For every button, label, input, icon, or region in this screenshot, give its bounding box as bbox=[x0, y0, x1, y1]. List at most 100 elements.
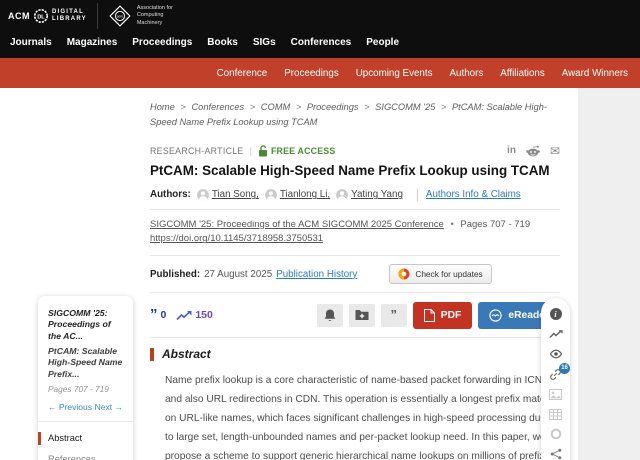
check-for-updates-label: Check for updates bbox=[415, 269, 482, 279]
breadcrumb-separator: > bbox=[180, 102, 185, 112]
breadcrumb-home[interactable]: Home bbox=[150, 102, 175, 112]
nav-people[interactable]: People bbox=[366, 37, 399, 48]
nav-proceedings[interactable]: Proceedings bbox=[132, 37, 192, 48]
sidebar-pager: ← Previous Next → bbox=[48, 402, 123, 412]
nav-journals[interactable]: Journals bbox=[10, 37, 52, 48]
published-label: Published: bbox=[150, 269, 200, 280]
acm-association-logo[interactable]: acm Association for Computing Machinery bbox=[108, 4, 185, 28]
breadcrumb-conferences[interactable]: Conferences bbox=[191, 102, 244, 112]
previous-label: Previous bbox=[59, 402, 92, 412]
authors-info-claims-link[interactable]: Authors Info & Claims bbox=[426, 189, 521, 200]
sidebar-pages: Pages 707 - 719 bbox=[48, 384, 123, 394]
author-name[interactable]: Tianlong Li, bbox=[280, 189, 330, 200]
previous-article-link[interactable]: ← Previous bbox=[48, 402, 92, 412]
venue-bullet: • bbox=[450, 219, 453, 230]
nav-magazines[interactable]: Magazines bbox=[67, 37, 118, 48]
divider bbox=[150, 209, 560, 210]
free-access-label: FREE ACCESS bbox=[271, 146, 335, 156]
breadcrumb-sigcomm25[interactable]: SIGCOMM '25 bbox=[375, 102, 435, 112]
author-tian-song[interactable]: Tian Song, bbox=[197, 189, 259, 201]
sidebar-proceedings-title[interactable]: SIGCOMM '25: Proceedings of the AC... bbox=[48, 308, 123, 342]
site-header: ACM DL DIGITAL LIBRARY acm Association f… bbox=[0, 0, 640, 58]
downloads-metric[interactable]: 150 bbox=[176, 309, 213, 321]
right-arrow-icon: → bbox=[115, 402, 124, 412]
cite-button[interactable]: ” bbox=[381, 304, 407, 327]
header-logos: ACM DL DIGITAL LIBRARY acm Association f… bbox=[8, 3, 185, 29]
pdf-button[interactable]: PDF bbox=[413, 302, 473, 329]
author-name[interactable]: Tian Song, bbox=[212, 189, 259, 200]
share-icons: in ✉ bbox=[507, 145, 560, 157]
folder-add-icon bbox=[355, 309, 369, 321]
conf-nav-upcoming-events[interactable]: Upcoming Events bbox=[356, 68, 433, 79]
breadcrumb-comm[interactable]: COMM bbox=[261, 102, 290, 112]
abstract-heading-row: Abstract bbox=[150, 347, 560, 361]
sidebar-item-references[interactable]: References bbox=[48, 454, 123, 460]
breadcrumb-separator: > bbox=[296, 102, 301, 112]
acm-dl-logo[interactable]: ACM DL DIGITAL LIBRARY bbox=[8, 8, 87, 24]
svg-text:DL: DL bbox=[37, 14, 45, 20]
share-icon bbox=[550, 448, 562, 460]
conf-nav-affiliations[interactable]: Affiliations bbox=[500, 68, 544, 79]
tables-button[interactable] bbox=[548, 407, 563, 421]
conf-nav-authors[interactable]: Authors bbox=[450, 68, 484, 79]
abstract-section: Abstract Name prefix lookup is a core ch… bbox=[150, 347, 560, 460]
cite-quote-icon: ” bbox=[391, 311, 398, 319]
save-to-binder-button[interactable] bbox=[349, 304, 375, 327]
divider bbox=[150, 337, 560, 338]
figures-button[interactable] bbox=[548, 387, 563, 401]
next-article-link[interactable]: Next → bbox=[95, 402, 123, 412]
share-button[interactable] bbox=[548, 447, 563, 460]
venue-link[interactable]: SIGCOMM '25: Proceedings of the ACM SIGC… bbox=[150, 219, 444, 230]
ereader-icon bbox=[489, 309, 502, 322]
author-name[interactable]: Yating Yang bbox=[351, 189, 403, 200]
article-title: PtCAM: Scalable High-Speed Name Prefix L… bbox=[150, 163, 560, 178]
author-avatar bbox=[336, 189, 348, 201]
citation-metric[interactable]: ” 0 bbox=[150, 309, 166, 321]
nav-books[interactable]: Books bbox=[207, 37, 238, 48]
conf-nav-proceedings[interactable]: Proceedings bbox=[284, 68, 338, 79]
views-button[interactable] bbox=[548, 347, 563, 361]
sidebar-item-abstract[interactable]: Abstract bbox=[48, 433, 123, 443]
action-buttons: ” PDF eReader bbox=[317, 302, 560, 329]
article-main-column: Home > Conferences > COMM > Proceedings … bbox=[150, 88, 560, 460]
doi-link[interactable]: https://doi.org/10.1145/3718958.3750531 bbox=[150, 233, 323, 244]
media-button[interactable] bbox=[548, 427, 563, 441]
svg-text:acm: acm bbox=[117, 15, 124, 19]
breadcrumb-proceedings[interactable]: Proceedings bbox=[307, 102, 359, 112]
email-icon[interactable]: ✉ bbox=[550, 145, 560, 157]
alert-button[interactable] bbox=[317, 304, 343, 327]
trending-icon bbox=[176, 310, 192, 321]
sidebar-article-title: PtCAM: Scalable High-Speed Name Prefix..… bbox=[48, 346, 123, 380]
info-icon: i bbox=[550, 308, 562, 320]
logo-divider bbox=[97, 3, 98, 29]
nav-conferences[interactable]: Conferences bbox=[291, 37, 352, 48]
conf-nav-conference[interactable]: Conference bbox=[217, 68, 268, 79]
publication-history-link[interactable]: Publication History bbox=[276, 269, 357, 280]
nav-sigs[interactable]: SIGs bbox=[253, 37, 276, 48]
reddit-icon[interactable] bbox=[526, 145, 540, 157]
citation-count: 0 bbox=[161, 309, 167, 321]
author-yating-yang[interactable]: Yating Yang bbox=[336, 189, 403, 201]
references-count-badge: 16 bbox=[559, 363, 570, 374]
info-button[interactable]: i bbox=[548, 307, 563, 321]
author-tianlong-li[interactable]: Tianlong Li, bbox=[265, 189, 330, 201]
authors-divider bbox=[417, 189, 418, 201]
references-button[interactable]: 16 bbox=[548, 367, 563, 381]
divider bbox=[150, 255, 560, 256]
metrics-and-actions-row: ” 0 150 bbox=[150, 301, 560, 329]
check-for-updates-button[interactable]: Check for updates bbox=[389, 264, 491, 284]
downloads-count: 150 bbox=[195, 309, 213, 321]
conf-nav-award-winners[interactable]: Award Winners bbox=[562, 68, 628, 79]
author-avatar bbox=[265, 189, 277, 201]
trending-icon bbox=[549, 329, 563, 339]
breadcrumb-separator: > bbox=[441, 102, 446, 112]
digital-library-text: DIGITAL LIBRARY bbox=[52, 9, 87, 24]
metrics-button[interactable] bbox=[548, 327, 563, 341]
floating-toolbar: i 16 bbox=[541, 298, 570, 460]
pages-label: Pages 707 - 719 bbox=[460, 219, 530, 230]
divider bbox=[150, 292, 560, 293]
abstract-text: Name prefix lookup is a core characteris… bbox=[165, 371, 557, 460]
authors-row: Authors: Tian Song, Tianlong Li, Yating … bbox=[150, 189, 560, 201]
acm-dl-article-page: ACM DL DIGITAL LIBRARY acm Association f… bbox=[0, 0, 640, 460]
linkedin-icon[interactable]: in bbox=[507, 145, 516, 156]
